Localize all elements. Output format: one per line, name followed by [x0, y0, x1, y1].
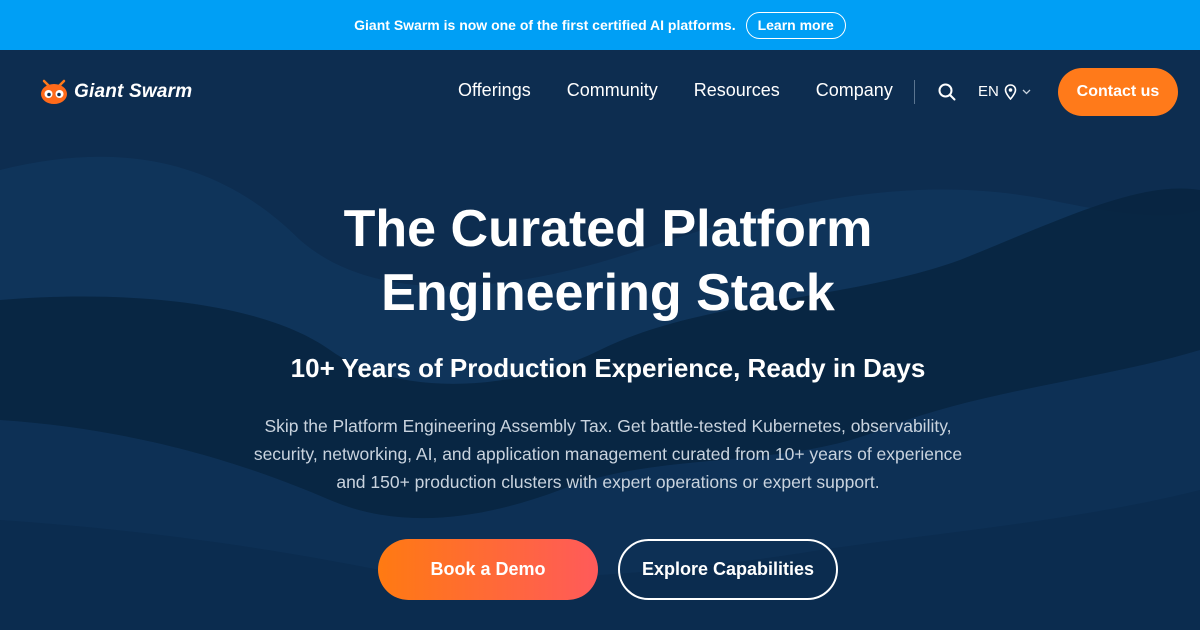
nav-item-community[interactable]: Community: [567, 80, 658, 101]
language-selector[interactable]: EN: [978, 83, 1031, 100]
nav-divider: [914, 80, 915, 104]
nav-item-offerings[interactable]: Offerings: [458, 80, 531, 101]
hero-description-line-2: security, networking, AI, and applicatio…: [253, 444, 963, 464]
logo-text: Giant Swarm: [74, 81, 193, 102]
primary-menu: Offerings Community Resources Company: [458, 80, 893, 101]
explore-capabilities-button[interactable]: Explore Capabilities: [618, 539, 838, 600]
learn-more-button[interactable]: Learn more: [745, 11, 846, 39]
hero-section: [0, 50, 1200, 630]
nav-item-company[interactable]: Company: [816, 80, 893, 101]
hero-title-line-2: Engineering Stack: [381, 264, 835, 322]
main-nav: Giant Swarm Offerings Community Resource…: [0, 50, 1200, 134]
language-label: EN: [978, 83, 999, 100]
hero-title: The Curated Platform Engineering Stack: [0, 197, 1200, 325]
hero-background-waves: [0, 50, 1200, 630]
banner-text: Giant Swarm is now one of the first cert…: [354, 17, 736, 33]
nav-item-resources[interactable]: Resources: [694, 80, 780, 101]
hero-subtitle: 10+ Years of Production Experience, Read…: [290, 353, 926, 383]
announcement-banner: Giant Swarm is now one of the first cert…: [0, 0, 1200, 50]
book-demo-button[interactable]: Book a Demo: [378, 539, 598, 600]
site-logo[interactable]: Giant Swarm: [38, 78, 192, 106]
search-icon[interactable]: [937, 82, 957, 102]
hero-description-line-1: Skip the Platform Engineering Assembly T…: [264, 416, 952, 436]
hero-description: Skip the Platform Engineering Assembly T…: [230, 412, 986, 496]
contact-us-button[interactable]: Contact us: [1058, 68, 1178, 116]
location-pin-icon: [1004, 83, 1017, 100]
hero-title-line-1: The Curated Platform: [343, 200, 873, 258]
chevron-down-icon: [1022, 89, 1031, 94]
hero-description-line-3: and 150+ production clusters with expert…: [336, 472, 880, 492]
ant-icon: [41, 79, 67, 104]
